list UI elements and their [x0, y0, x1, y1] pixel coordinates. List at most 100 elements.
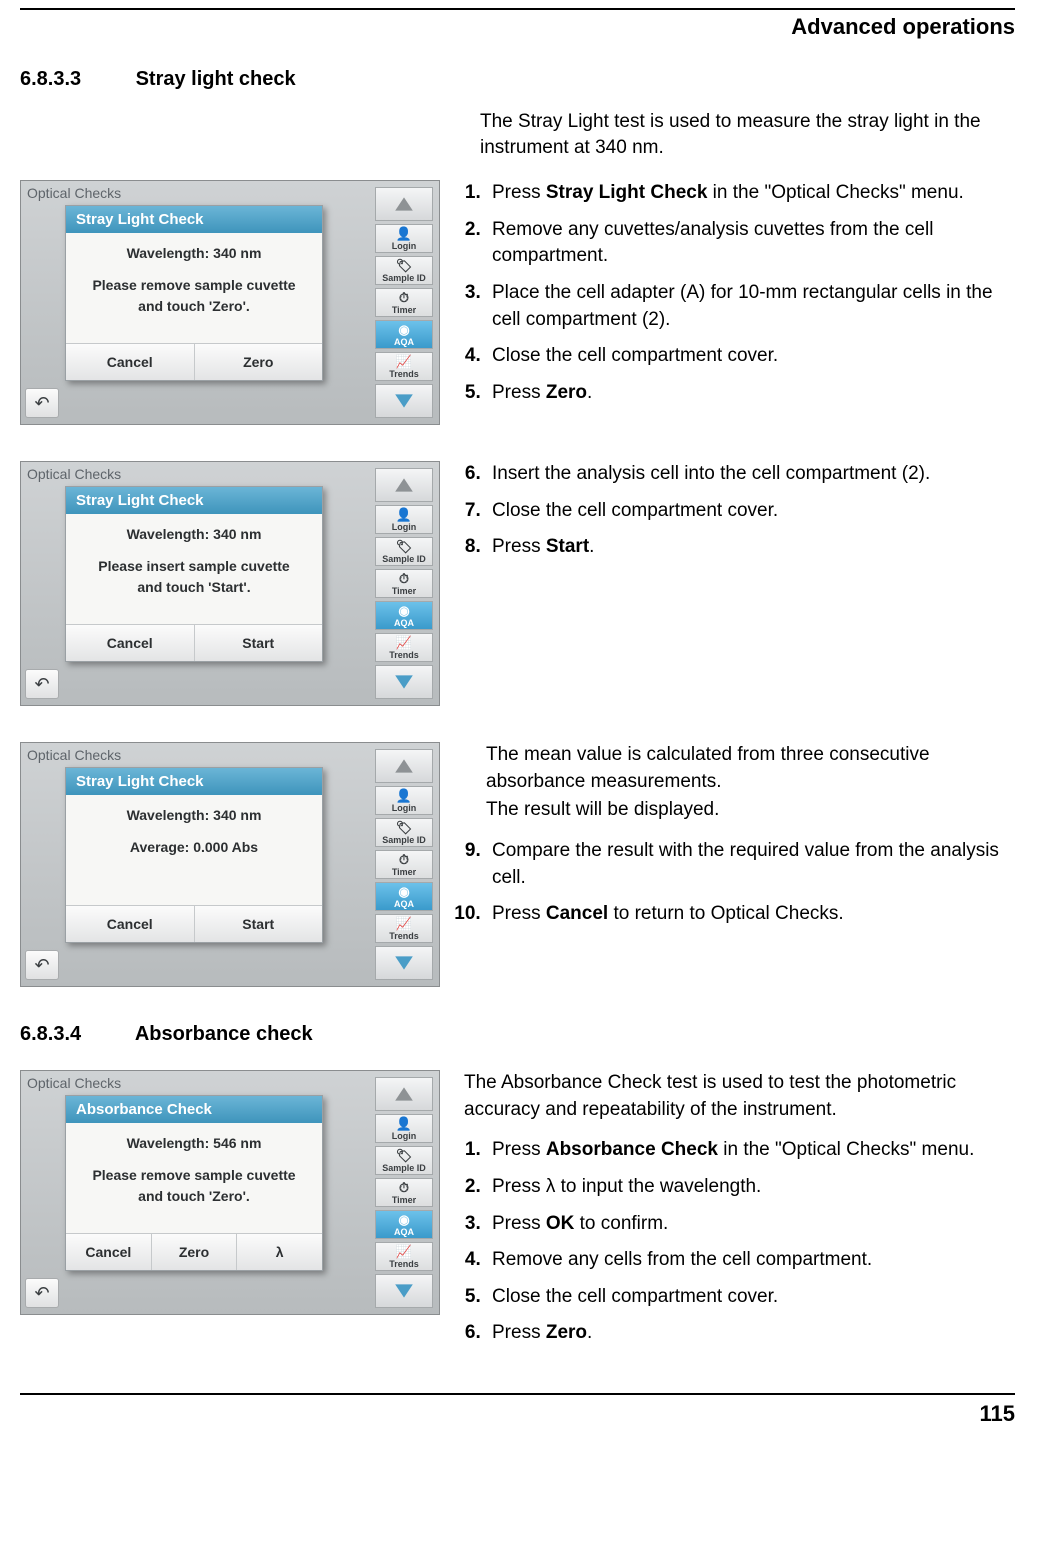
sidebar-item-aqa[interactable]: ◉AQA: [375, 320, 433, 349]
side-toolbar: 👤Login 🏷Sample ID ⏱Timer ◉AQA 📈Trends: [375, 1077, 433, 1308]
result-note-1: The mean value is calculated from three …: [486, 742, 1015, 795]
tag-icon: 🏷: [396, 821, 413, 834]
step-2: Remove any cuvettes/analysis cuvettes fr…: [486, 217, 1015, 270]
section-heading-absorbance: 6.8.3.4 Absorbance check: [20, 1023, 1015, 1046]
dialog-msg-line1: Please insert sample cuvette: [76, 556, 312, 577]
scroll-down-button[interactable]: [375, 665, 433, 699]
sidebar-item-trends[interactable]: 📈Trends: [375, 914, 433, 943]
step-5: Press Zero.: [486, 380, 1015, 407]
login-icon: 👤: [396, 789, 412, 802]
trends-icon: 📈: [396, 355, 412, 368]
side-toolbar: 👤Login 🏷Sample ID ⏱Timer ◉AQA 📈Trends: [375, 187, 433, 418]
login-icon: 👤: [396, 508, 412, 521]
step-6: Insert the analysis cell into the cell c…: [486, 461, 1015, 488]
aqa-icon: ◉: [398, 323, 409, 336]
tag-icon: 🏷: [396, 540, 413, 553]
section-intro-absorbance: The Absorbance Check test is used to tes…: [464, 1070, 1015, 1123]
dialog: Absorbance Check Wavelength: 546 nm Plea…: [65, 1095, 323, 1271]
aqa-icon: ◉: [398, 885, 409, 898]
scroll-up-button[interactable]: [375, 187, 433, 221]
timer-icon: ⏱: [399, 291, 409, 304]
dialog-title: Stray Light Check: [66, 206, 322, 233]
sidebar-item-timer[interactable]: ⏱Timer: [375, 288, 433, 317]
section-number: 6.8.3.3: [20, 68, 130, 91]
step-b2: Press λ to input the wavelength.: [486, 1174, 1015, 1201]
login-icon: 👤: [396, 227, 412, 240]
dialog-title: Stray Light Check: [66, 487, 322, 514]
scroll-down-button[interactable]: [375, 1274, 433, 1308]
start-button[interactable]: Start: [195, 906, 323, 942]
sidebar-item-login[interactable]: 👤Login: [375, 505, 433, 534]
screenshot-stray-light-result: Optical Checks Stray Light Check Wavelen…: [20, 742, 440, 987]
shot-bg-label: Optical Checks: [27, 747, 121, 763]
timer-icon: ⏱: [399, 1181, 409, 1194]
start-button[interactable]: Start: [195, 625, 323, 661]
step-b3: Press OK to confirm.: [486, 1211, 1015, 1238]
wavelength-label: Wavelength: 340 nm: [76, 526, 312, 542]
scroll-down-button[interactable]: [375, 384, 433, 418]
dialog: Stray Light Check Wavelength: 340 nm Ple…: [65, 486, 323, 662]
back-button[interactable]: ↶: [25, 669, 59, 699]
tag-icon: 🏷: [396, 259, 413, 272]
dialog-title: Absorbance Check: [66, 1096, 322, 1123]
login-icon: 👤: [396, 1117, 412, 1130]
step-1: Press Stray Light Check in the "Optical …: [486, 180, 1015, 207]
sidebar-item-aqa[interactable]: ◉AQA: [375, 1210, 433, 1239]
sidebar-item-aqa[interactable]: ◉AQA: [375, 882, 433, 911]
sidebar-item-sample-id[interactable]: 🏷Sample ID: [375, 818, 433, 847]
step-7: Close the cell compartment cover.: [486, 498, 1015, 525]
back-button[interactable]: ↶: [25, 1278, 59, 1308]
timer-icon: ⏱: [399, 853, 409, 866]
dialog: Stray Light Check Wavelength: 340 nm Ave…: [65, 767, 323, 943]
sidebar-item-sample-id[interactable]: 🏷Sample ID: [375, 256, 433, 285]
cancel-button[interactable]: Cancel: [66, 344, 195, 380]
cancel-button[interactable]: Cancel: [66, 1234, 152, 1270]
wavelength-label: Wavelength: 546 nm: [76, 1135, 312, 1151]
average-label: Average: 0.000 Abs: [76, 837, 312, 858]
zero-button[interactable]: Zero: [195, 344, 323, 380]
sidebar-item-timer[interactable]: ⏱Timer: [375, 850, 433, 879]
sidebar-item-sample-id[interactable]: 🏷Sample ID: [375, 1146, 433, 1175]
section-title: Absorbance check: [135, 1023, 313, 1045]
scroll-down-button[interactable]: [375, 946, 433, 980]
aqa-icon: ◉: [398, 1213, 409, 1226]
sidebar-item-trends[interactable]: 📈Trends: [375, 352, 433, 381]
back-button[interactable]: ↶: [25, 950, 59, 980]
sidebar-item-login[interactable]: 👤Login: [375, 224, 433, 253]
screenshot-stray-light-start: Optical Checks Stray Light Check Wavelen…: [20, 461, 440, 706]
sidebar-item-login[interactable]: 👤Login: [375, 1114, 433, 1143]
shot-bg-label: Optical Checks: [27, 185, 121, 201]
side-toolbar: 👤Login 🏷Sample ID ⏱Timer ◉AQA 📈Trends: [375, 468, 433, 699]
dialog-msg-line1: Please remove sample cuvette: [76, 1165, 312, 1186]
sidebar-item-sample-id[interactable]: 🏷Sample ID: [375, 537, 433, 566]
dialog-msg-line1: Please remove sample cuvette: [76, 275, 312, 296]
shot-bg-label: Optical Checks: [27, 1075, 121, 1091]
wavelength-label: Wavelength: 340 nm: [76, 245, 312, 261]
section-heading-stray-light: 6.8.3.3 Stray light check: [20, 68, 1015, 91]
step-8: Press Start.: [486, 534, 1015, 561]
wavelength-label: Wavelength: 340 nm: [76, 807, 312, 823]
back-button[interactable]: ↶: [25, 388, 59, 418]
sidebar-item-timer[interactable]: ⏱Timer: [375, 1178, 433, 1207]
scroll-up-button[interactable]: [375, 468, 433, 502]
zero-button[interactable]: Zero: [152, 1234, 238, 1270]
sidebar-item-aqa[interactable]: ◉AQA: [375, 601, 433, 630]
section-title: Stray light check: [136, 68, 296, 90]
sidebar-item-trends[interactable]: 📈Trends: [375, 1242, 433, 1271]
sidebar-item-timer[interactable]: ⏱Timer: [375, 569, 433, 598]
lambda-button[interactable]: λ: [237, 1234, 322, 1270]
scroll-up-button[interactable]: [375, 1077, 433, 1111]
step-b4: Remove any cells from the cell compartme…: [486, 1247, 1015, 1274]
trends-icon: 📈: [396, 636, 412, 649]
page-footer: 115: [20, 1393, 1015, 1427]
cancel-button[interactable]: Cancel: [66, 625, 195, 661]
step-10: Press Cancel to return to Optical Checks…: [486, 901, 1015, 928]
sidebar-item-login[interactable]: 👤Login: [375, 786, 433, 815]
screenshot-absorbance-check: Optical Checks Absorbance Check Waveleng…: [20, 1070, 440, 1315]
step-9: Compare the result with the required val…: [486, 838, 1015, 891]
scroll-up-button[interactable]: [375, 749, 433, 783]
sidebar-item-trends[interactable]: 📈Trends: [375, 633, 433, 662]
side-toolbar: 👤Login 🏷Sample ID ⏱Timer ◉AQA 📈Trends: [375, 749, 433, 980]
cancel-button[interactable]: Cancel: [66, 906, 195, 942]
step-b1: Press Absorbance Check in the "Optical C…: [486, 1137, 1015, 1164]
